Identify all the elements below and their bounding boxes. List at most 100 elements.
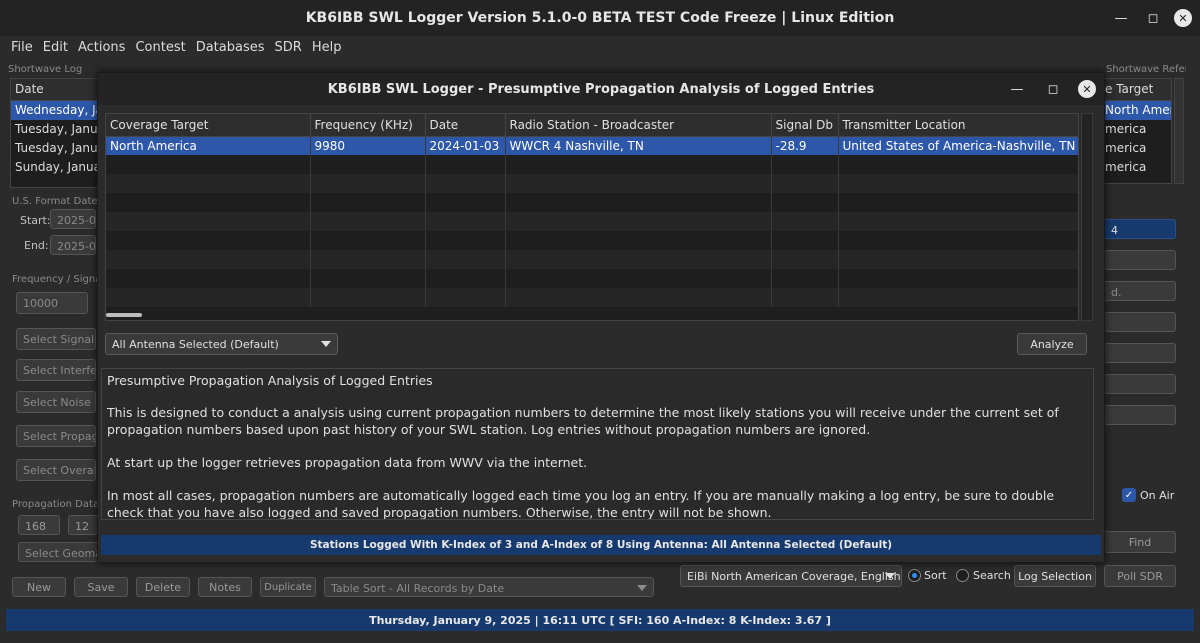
minimize-icon[interactable]: — xyxy=(1110,7,1132,29)
notes-button[interactable]: Notes xyxy=(198,577,252,597)
menu-help[interactable]: Help xyxy=(307,40,347,55)
description-text-area[interactable]: Presumptive Propagation Analysis of Logg… xyxy=(101,368,1094,520)
right-field[interactable] xyxy=(1104,405,1176,425)
table-horizontal-scrollbar[interactable] xyxy=(106,313,142,317)
analyze-button[interactable]: Analyze xyxy=(1017,333,1087,355)
log-row[interactable]: Tuesday, Januar xyxy=(11,139,109,158)
column-header-transmitter-location[interactable]: Transmitter Location xyxy=(838,114,1078,137)
start-date-field[interactable]: 2025-01 xyxy=(50,209,96,229)
maximize-icon[interactable]: ◻ xyxy=(1042,78,1064,100)
log-row[interactable]: Wednesday, Janu xyxy=(11,101,109,120)
start-label: Start: xyxy=(20,214,51,227)
column-header-station[interactable]: Radio Station - Broadcaster xyxy=(505,114,772,137)
reference-scrollbar[interactable] xyxy=(1174,78,1184,184)
ref-row[interactable]: merica xyxy=(1101,158,1171,177)
chevron-down-icon xyxy=(321,341,331,347)
eibi-coverage-value: EiBi North American Coverage, English xyxy=(687,570,901,583)
dialog-status-bar: Stations Logged With K-Index of 3 and A-… xyxy=(101,535,1101,555)
ref-header-target[interactable]: e Target xyxy=(1101,79,1171,101)
right-field[interactable] xyxy=(1104,250,1176,270)
column-header-frequency[interactable]: Frequency (KHz) xyxy=(310,114,426,137)
cell-signal-db: -28.9 xyxy=(771,136,839,155)
menu-bar: File Edit Actions Contest Databases SDR … xyxy=(0,36,1200,58)
cell-transmitter-location: United States of America-Nashville, TN (… xyxy=(838,136,1078,155)
frequency-field[interactable]: 10000 xyxy=(16,292,88,314)
main-title-bar: KB6IBB SWL Logger Version 5.1.0-0 BETA T… xyxy=(0,0,1200,36)
empty-row[interactable] xyxy=(106,212,1078,231)
right-field[interactable]: d. xyxy=(1104,281,1176,301)
description-paragraph: In most all cases, propagation numbers a… xyxy=(107,488,1055,520)
window-controls: — ◻ ✕ xyxy=(1110,0,1192,36)
a-index-field[interactable]: 12 xyxy=(68,515,98,535)
select-propagation[interactable]: Select Propagat xyxy=(16,425,96,447)
search-radio[interactable] xyxy=(956,569,969,582)
select-overall[interactable]: Select Overall xyxy=(16,459,96,481)
on-air-checkbox[interactable]: ✓ xyxy=(1122,488,1136,502)
empty-row[interactable] xyxy=(106,174,1078,193)
select-signal[interactable]: Select Signal xyxy=(16,328,96,350)
propagation-analysis-dialog: KB6IBB SWL Logger - Presumptive Propagat… xyxy=(97,72,1105,563)
antenna-select[interactable]: All Antenna Selected (Default) xyxy=(105,333,338,355)
table-row[interactable]: North America 9980 2024-01-03 WWCR 4 Nas… xyxy=(106,136,1078,155)
empty-row[interactable] xyxy=(106,193,1078,212)
right-field[interactable] xyxy=(1104,312,1176,332)
delete-button[interactable]: Delete xyxy=(136,577,190,597)
duplicate-button[interactable]: Duplicate xyxy=(260,577,316,597)
minimize-icon[interactable]: — xyxy=(1006,78,1028,100)
eibi-coverage-select[interactable]: EiBi North American Coverage, English xyxy=(680,565,902,587)
table-sort-select[interactable]: Table Sort - All Records by Date xyxy=(324,577,654,597)
cell-date: 2024-01-03 xyxy=(425,136,506,155)
close-icon[interactable]: ✕ xyxy=(1078,80,1096,98)
select-noise[interactable]: Select Noise xyxy=(16,391,96,413)
ref-row[interactable]: merica xyxy=(1101,120,1171,139)
column-header-date[interactable]: Date xyxy=(425,114,506,137)
save-button[interactable]: Save xyxy=(74,577,128,597)
analysis-results-table[interactable]: Coverage Target Frequency (KHz) Date Rad… xyxy=(105,113,1079,321)
antenna-select-value: All Antenna Selected (Default) xyxy=(112,338,279,351)
menu-edit[interactable]: Edit xyxy=(38,40,73,55)
right-selected-field[interactable]: 4 xyxy=(1104,219,1176,239)
reference-db-table[interactable]: e Target North Americ merica merica meri… xyxy=(1100,78,1172,184)
poll-sdr-button[interactable]: Poll SDR xyxy=(1104,565,1176,587)
maximize-icon[interactable]: ◻ xyxy=(1142,7,1164,29)
log-header-date[interactable]: Date xyxy=(11,79,109,101)
select-interference[interactable]: Select Interfere xyxy=(16,359,96,381)
frequency-signal-label: Frequency / Signal xyxy=(12,274,105,285)
close-icon[interactable]: ✕ xyxy=(1174,9,1192,27)
end-date-field[interactable]: 2025-01 xyxy=(50,235,96,255)
right-field[interactable] xyxy=(1104,374,1176,394)
menu-contest[interactable]: Contest xyxy=(130,40,190,55)
menu-databases[interactable]: Databases xyxy=(191,40,270,55)
cell-station: WWCR 4 Nashville, TN xyxy=(505,136,772,155)
empty-row[interactable] xyxy=(106,155,1078,174)
shortwave-log-table[interactable]: Date Wednesday, Janu Tuesday, Januar Tue… xyxy=(10,78,110,188)
table-vertical-scrollbar[interactable] xyxy=(1081,113,1093,321)
empty-row[interactable] xyxy=(106,231,1078,250)
ref-row[interactable]: merica xyxy=(1101,139,1171,158)
sfi-field[interactable]: 168 xyxy=(18,515,60,535)
select-geomagnetic[interactable]: Select Geomac xyxy=(18,542,98,562)
empty-row[interactable] xyxy=(106,250,1078,269)
window-title: KB6IBB SWL Logger Version 5.1.0-0 BETA T… xyxy=(305,10,895,26)
right-field[interactable] xyxy=(1104,343,1176,363)
sort-radio[interactable] xyxy=(908,569,921,582)
menu-sdr[interactable]: SDR xyxy=(270,40,307,55)
cell-coverage-target: North America xyxy=(106,136,311,155)
menu-actions[interactable]: Actions xyxy=(73,40,131,55)
description-paragraph: At start up the logger retrieves propaga… xyxy=(107,455,588,470)
log-selection-button[interactable]: Log Selection xyxy=(1014,565,1096,587)
menu-file[interactable]: File xyxy=(6,40,38,55)
find-button[interactable]: Find xyxy=(1104,531,1176,553)
column-header-signal-db[interactable]: Signal Db xyxy=(771,114,839,137)
log-row[interactable]: Sunday, Januar xyxy=(11,158,109,177)
end-label: End: xyxy=(24,239,49,252)
log-row[interactable]: Tuesday, Januar xyxy=(11,120,109,139)
empty-row[interactable] xyxy=(106,288,1078,307)
description-heading: Presumptive Propagation Analysis of Logg… xyxy=(107,373,433,388)
ref-row[interactable]: North Americ xyxy=(1101,101,1171,120)
reference-db-label: Shortwave Reference Database xyxy=(1106,64,1186,75)
new-button[interactable]: New xyxy=(12,577,66,597)
empty-row[interactable] xyxy=(106,269,1078,288)
column-header-coverage-target[interactable]: Coverage Target xyxy=(106,114,311,137)
dialog-title-bar: KB6IBB SWL Logger - Presumptive Propagat… xyxy=(98,73,1104,105)
